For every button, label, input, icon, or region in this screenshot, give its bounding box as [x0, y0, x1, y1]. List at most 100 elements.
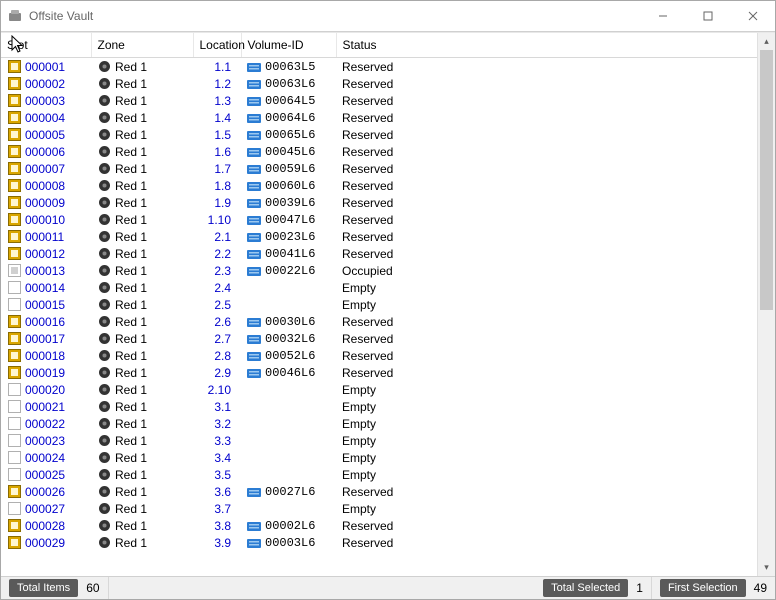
vertical-scrollbar[interactable]: ▴ ▾ [757, 33, 775, 576]
slot-id[interactable]: 000008 [25, 179, 65, 193]
location-value[interactable]: 2.8 [214, 349, 231, 363]
slot-id[interactable]: 000016 [25, 315, 65, 329]
table-row[interactable]: 000011Red 12.100023L6Reserved [1, 228, 757, 245]
table-row[interactable]: 000029Red 13.900003L6Reserved [1, 534, 757, 551]
slot-id[interactable]: 000013 [25, 264, 65, 278]
maximize-button[interactable] [685, 1, 730, 31]
slot-id[interactable]: 000015 [25, 298, 65, 312]
slot-id[interactable]: 000011 [25, 230, 64, 244]
column-header-status[interactable]: Status [336, 33, 757, 58]
table-row[interactable]: 000001Red 11.100063L5Reserved [1, 58, 757, 76]
scroll-down-button[interactable]: ▾ [758, 559, 775, 576]
slot-id[interactable]: 000006 [25, 145, 65, 159]
location-value[interactable]: 2.1 [214, 230, 231, 244]
table-row[interactable]: 000003Red 11.300064L5Reserved [1, 92, 757, 109]
table-row[interactable]: 000008Red 11.800060L6Reserved [1, 177, 757, 194]
location-value[interactable]: 3.2 [214, 417, 231, 431]
table-row[interactable]: 000006Red 11.600045L6Reserved [1, 143, 757, 160]
location-value[interactable]: 1.4 [214, 111, 231, 125]
slot-id[interactable]: 000017 [25, 332, 65, 346]
titlebar[interactable]: Offsite Vault [1, 1, 775, 32]
location-value[interactable]: 1.8 [214, 179, 231, 193]
location-value[interactable]: 3.4 [214, 451, 231, 465]
column-header-row[interactable]: Slot Zone Location Volume-ID Status [1, 33, 757, 58]
table-row[interactable]: 000021Red 13.1Empty [1, 398, 757, 415]
slot-id[interactable]: 000027 [25, 502, 65, 516]
table-row[interactable]: 000013Red 12.300022L6Occupied [1, 262, 757, 279]
table-row[interactable]: 000025Red 13.5Empty [1, 466, 757, 483]
table-row[interactable]: 000014Red 12.4Empty [1, 279, 757, 296]
location-value[interactable]: 2.10 [208, 383, 231, 397]
slot-id[interactable]: 000019 [25, 366, 65, 380]
location-value[interactable]: 3.6 [214, 485, 231, 499]
column-header-zone[interactable]: Zone [91, 33, 193, 58]
table-row[interactable]: 000009Red 11.900039L6Reserved [1, 194, 757, 211]
location-value[interactable]: 2.5 [214, 298, 231, 312]
slot-id[interactable]: 000022 [25, 417, 65, 431]
column-header-volume[interactable]: Volume-ID [241, 33, 336, 58]
close-button[interactable] [730, 1, 775, 31]
location-value[interactable]: 1.10 [208, 213, 231, 227]
table-row[interactable]: 000005Red 11.500065L6Reserved [1, 126, 757, 143]
column-header-slot[interactable]: Slot [1, 33, 91, 58]
table-row[interactable]: 000012Red 12.200041L6Reserved [1, 245, 757, 262]
location-value[interactable]: 3.9 [214, 536, 231, 550]
slot-id[interactable]: 000003 [25, 94, 65, 108]
slot-id[interactable]: 000025 [25, 468, 65, 482]
slot-id[interactable]: 000001 [25, 60, 65, 74]
location-value[interactable]: 1.9 [214, 196, 231, 210]
location-value[interactable]: 2.9 [214, 366, 231, 380]
slot-id[interactable]: 000007 [25, 162, 65, 176]
slot-id[interactable]: 000004 [25, 111, 65, 125]
slot-id[interactable]: 000018 [25, 349, 65, 363]
scroll-up-button[interactable]: ▴ [758, 33, 775, 50]
table-row[interactable]: 000018Red 12.800052L6Reserved [1, 347, 757, 364]
slot-id[interactable]: 000026 [25, 485, 65, 499]
table-row[interactable]: 000007Red 11.700059L6Reserved [1, 160, 757, 177]
location-value[interactable]: 2.6 [214, 315, 231, 329]
location-value[interactable]: 3.3 [214, 434, 231, 448]
minimize-button[interactable] [640, 1, 685, 31]
location-value[interactable]: 2.3 [214, 264, 231, 278]
location-value[interactable]: 3.8 [214, 519, 231, 533]
location-value[interactable]: 1.6 [214, 145, 231, 159]
slot-id[interactable]: 000009 [25, 196, 65, 210]
location-value[interactable]: 3.1 [214, 400, 231, 414]
table-row[interactable]: 000020Red 12.10Empty [1, 381, 757, 398]
table-row[interactable]: 000026Red 13.600027L6Reserved [1, 483, 757, 500]
list-view[interactable]: Slot Zone Location Volume-ID Status 0000… [1, 32, 775, 576]
location-value[interactable]: 1.7 [214, 162, 231, 176]
table-row[interactable]: 000002Red 11.200063L6Reserved [1, 75, 757, 92]
table-row[interactable]: 000010Red 11.1000047L6Reserved [1, 211, 757, 228]
table-row[interactable]: 000004Red 11.400064L6Reserved [1, 109, 757, 126]
slot-id[interactable]: 000029 [25, 536, 65, 550]
table-row[interactable]: 000022Red 13.2Empty [1, 415, 757, 432]
table-row[interactable]: 000027Red 13.7Empty [1, 500, 757, 517]
location-value[interactable]: 1.2 [214, 77, 231, 91]
location-value[interactable]: 2.4 [214, 281, 231, 295]
location-value[interactable]: 3.5 [214, 468, 231, 482]
slot-id[interactable]: 000012 [25, 247, 65, 261]
slot-id[interactable]: 000002 [25, 77, 65, 91]
table-row[interactable]: 000028Red 13.800002L6Reserved [1, 517, 757, 534]
slot-id[interactable]: 000023 [25, 434, 65, 448]
location-value[interactable]: 3.7 [214, 502, 231, 516]
table-row[interactable]: 000016Red 12.600030L6Reserved [1, 313, 757, 330]
slot-id[interactable]: 000005 [25, 128, 65, 142]
table-row[interactable]: 000024Red 13.4Empty [1, 449, 757, 466]
slot-id[interactable]: 000021 [25, 400, 65, 414]
table-row[interactable]: 000019Red 12.900046L6Reserved [1, 364, 757, 381]
slot-id[interactable]: 000024 [25, 451, 65, 465]
slot-id[interactable]: 000014 [25, 281, 65, 295]
slot-id[interactable]: 000028 [25, 519, 65, 533]
slot-id[interactable]: 000020 [25, 383, 65, 397]
location-value[interactable]: 2.7 [214, 332, 231, 346]
column-header-location[interactable]: Location [193, 33, 241, 58]
scroll-thumb[interactable] [760, 50, 773, 310]
location-value[interactable]: 1.1 [214, 60, 231, 74]
slot-id[interactable]: 000010 [25, 213, 65, 227]
table-row[interactable]: 000017Red 12.700032L6Reserved [1, 330, 757, 347]
location-value[interactable]: 1.5 [214, 128, 231, 142]
location-value[interactable]: 2.2 [214, 247, 231, 261]
table-row[interactable]: 000023Red 13.3Empty [1, 432, 757, 449]
